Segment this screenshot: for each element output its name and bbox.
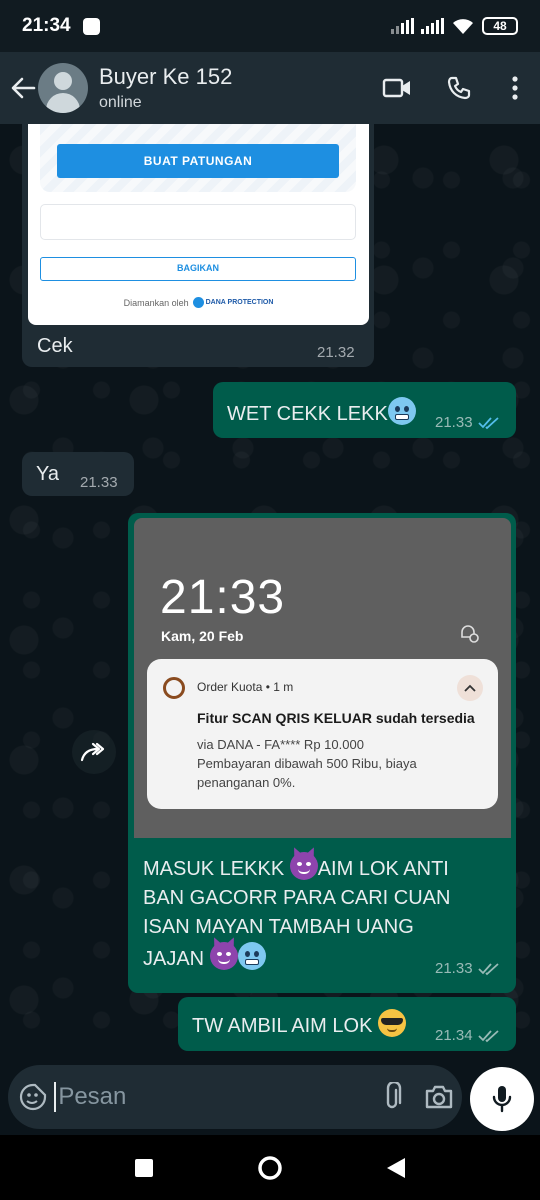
notification-line: Pembayaran dibawah 500 Ribu, biaya [197,756,417,771]
message-bubble-outgoing[interactable]: TW AMBIL AIM LOK 21.34 [178,997,516,1051]
video-call-icon [382,78,410,98]
forward-icon [80,742,105,762]
recents-icon [135,1158,153,1177]
chat-header: Buyer Ke 152 online [0,52,540,124]
smiling-devil-icon [209,942,238,970]
message-time: 21.33 [80,474,118,491]
chevron-up-icon [457,675,483,701]
dana-protection-logo: DANA PROTECTION [192,297,273,308]
message-input[interactable] [54,1082,369,1112]
notification-settings-icon [461,625,479,643]
message-text: Cek [37,335,73,357]
home-button[interactable] [207,1138,333,1198]
delivered-tick-icon [477,962,499,975]
more-options-icon [512,76,518,100]
back-nav-button[interactable] [333,1138,459,1198]
wifi-icon [453,19,473,34]
back-triangle-icon [387,1157,405,1178]
battery-indicator: 48 [482,17,518,35]
message-text: WET CEKK LEKK [227,397,416,426]
buat-patungan-button: BUAT PATUNGAN [57,144,339,178]
status-bar: 21:34 48 [0,0,540,52]
delivered-tick-icon [477,1029,499,1042]
contact-info[interactable]: Buyer Ke 152 online [99,64,232,112]
notification-icon [82,17,100,35]
notification-card: Order Kuota • 1 m Fitur SCAN QRIS KELUAR… [147,659,498,809]
message-time: 21.34 [435,1027,500,1044]
message-bubble-outgoing[interactable]: WET CEKK LEKK 21.33 [213,382,516,438]
status-time: 21:34 [22,15,71,36]
cold-face-icon [237,942,266,970]
message-time: 21.33 [435,414,500,431]
message-bubble-incoming[interactable]: Ya 21.33 [22,452,134,496]
message-text: Ya [36,463,59,485]
emoji-button[interactable] [12,1069,54,1125]
more-options-button[interactable] [490,63,540,113]
chat-area[interactable]: BUAT PATUNGAN BAGIKAN Diamankan oleh DAN… [0,124,540,1062]
camera-button[interactable] [415,1069,462,1125]
emoji-sticker-icon [20,1083,47,1111]
video-call-button[interactable] [366,63,428,113]
order-kuota-app-icon [163,677,185,699]
contact-name: Buyer Ke 152 [99,64,233,89]
mic-icon [492,1086,512,1113]
notification-line: penanganan 0%. [197,775,296,790]
notification-title: Fitur SCAN QRIS KELUAR sudah tersedia [197,710,475,726]
recents-button[interactable] [81,1138,207,1198]
camera-icon [425,1085,452,1109]
secured-footer: Diamankan oleh DANA PROTECTION [123,297,274,308]
attach-icon [386,1082,401,1109]
notification-app-name: Order Kuota • 1 m [197,680,294,694]
forward-button[interactable] [72,730,116,774]
message-text: TW AMBIL AIM LOK [192,1009,406,1038]
back-arrow-icon [11,77,36,99]
image-input-field [40,204,356,240]
voice-message-button[interactable] [470,1067,534,1131]
avatar[interactable] [38,63,88,113]
shared-image-screenshot[interactable]: 21:33 Kam, 20 Feb Order Kuota • 1 m Fitu… [134,518,511,838]
attach-button[interactable] [368,1069,415,1125]
bagikan-button: BAGIKAN [40,257,356,281]
message-time: 21.32 [317,344,355,361]
contact-status: online [99,94,142,111]
signal-icon [421,18,444,34]
shared-image-payment[interactable]: BUAT PATUNGAN BAGIKAN Diamankan oleh DAN… [28,124,369,325]
signal-icon [391,18,414,34]
message-text: MASUK LEKKK AIM LOK ANTI BAN GACORR PARA… [143,852,503,974]
home-icon [258,1155,282,1180]
status-indicators: 48 [391,17,518,35]
voice-call-button[interactable] [428,63,490,113]
lockscreen-time: 21:33 [160,571,286,624]
system-nav-bar [0,1135,540,1200]
lockscreen-date: Kam, 20 Feb [161,628,244,644]
back-button[interactable] [8,68,38,108]
smiling-devil-icon [289,852,318,880]
cold-face-icon [387,397,416,425]
message-time: 21.33 [435,960,500,977]
read-receipt-icon [477,416,499,429]
notification-line: via DANA - FA**** Rp 10.000 [197,737,364,752]
message-bubble-incoming[interactable]: BUAT PATUNGAN BAGIKAN Diamankan oleh DAN… [22,124,374,367]
voice-call-icon [447,76,471,100]
message-composer [8,1065,462,1129]
sunglasses-face-icon [377,1009,406,1037]
